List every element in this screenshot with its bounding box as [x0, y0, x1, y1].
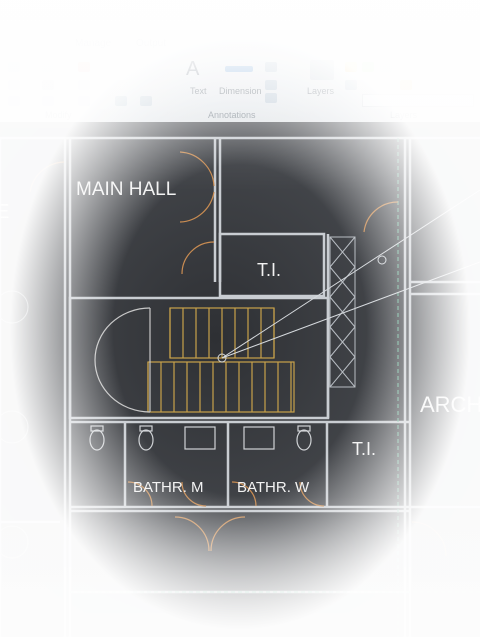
dimension-icon[interactable]: [225, 66, 253, 72]
tab-manage[interactable]: Manage: [75, 38, 111, 49]
array-icon[interactable]: [78, 96, 90, 106]
offset-icon[interactable]: [115, 96, 127, 106]
scale-icon[interactable]: [42, 96, 54, 106]
layer-freeze-icon[interactable]: [380, 62, 392, 72]
text-tool-label[interactable]: Text: [190, 86, 207, 96]
leader-icon[interactable]: [265, 62, 277, 72]
cad-viewport[interactable]: Manage Output A Text Dimension Layers Mo…: [0, 0, 480, 637]
layer-on-icon[interactable]: [362, 62, 374, 72]
dimension-tool-label[interactable]: Dimension: [219, 86, 262, 96]
copy-icon[interactable]: [8, 80, 20, 90]
layer-color-icon[interactable]: [400, 80, 412, 90]
layer-properties-icon[interactable]: [310, 60, 334, 80]
layers-tool-label[interactable]: Layers: [307, 86, 334, 96]
panel-title-annotations: Annotations: [208, 110, 256, 120]
tab-output[interactable]: Output: [136, 38, 166, 49]
ribbon-toolbar: Manage Output A Text Dimension Layers Mo…: [0, 0, 480, 123]
room-label-bathr-w: BATHR. W: [237, 479, 310, 496]
room-label-left-edge: E: [0, 201, 9, 223]
room-label-arch: ARCH: [420, 392, 480, 417]
erase-icon[interactable]: [78, 62, 90, 72]
markup-icon[interactable]: [265, 93, 277, 103]
layer-lock-icon[interactable]: [345, 80, 357, 90]
room-label-main-hall: MAIN HALL: [76, 179, 176, 200]
table-icon[interactable]: [265, 80, 277, 90]
panel-title-modify: Modify: [45, 110, 72, 120]
room-label-bathr-m: BATHR. M: [133, 479, 204, 496]
stretch-icon[interactable]: [8, 96, 20, 106]
layer-dropdown[interactable]: [362, 94, 474, 107]
explode-icon[interactable]: [140, 96, 152, 106]
text-tool-icon[interactable]: A: [186, 58, 199, 81]
panel-title-layers: Layers: [390, 110, 418, 120]
mirror-icon[interactable]: [42, 80, 54, 90]
room-label-ti-lower: T.I.: [352, 439, 376, 459]
layer-light-icon[interactable]: [345, 62, 357, 72]
move-icon[interactable]: [8, 62, 20, 72]
room-label-ti-upper: T.I.: [257, 260, 281, 280]
fillet-icon[interactable]: [78, 80, 90, 90]
floor-plan-drawing[interactable]: MAIN HALL T.I. T.I. BATHR. M BATHR. W AR…: [0, 122, 480, 637]
rotate-icon[interactable]: [42, 62, 54, 72]
